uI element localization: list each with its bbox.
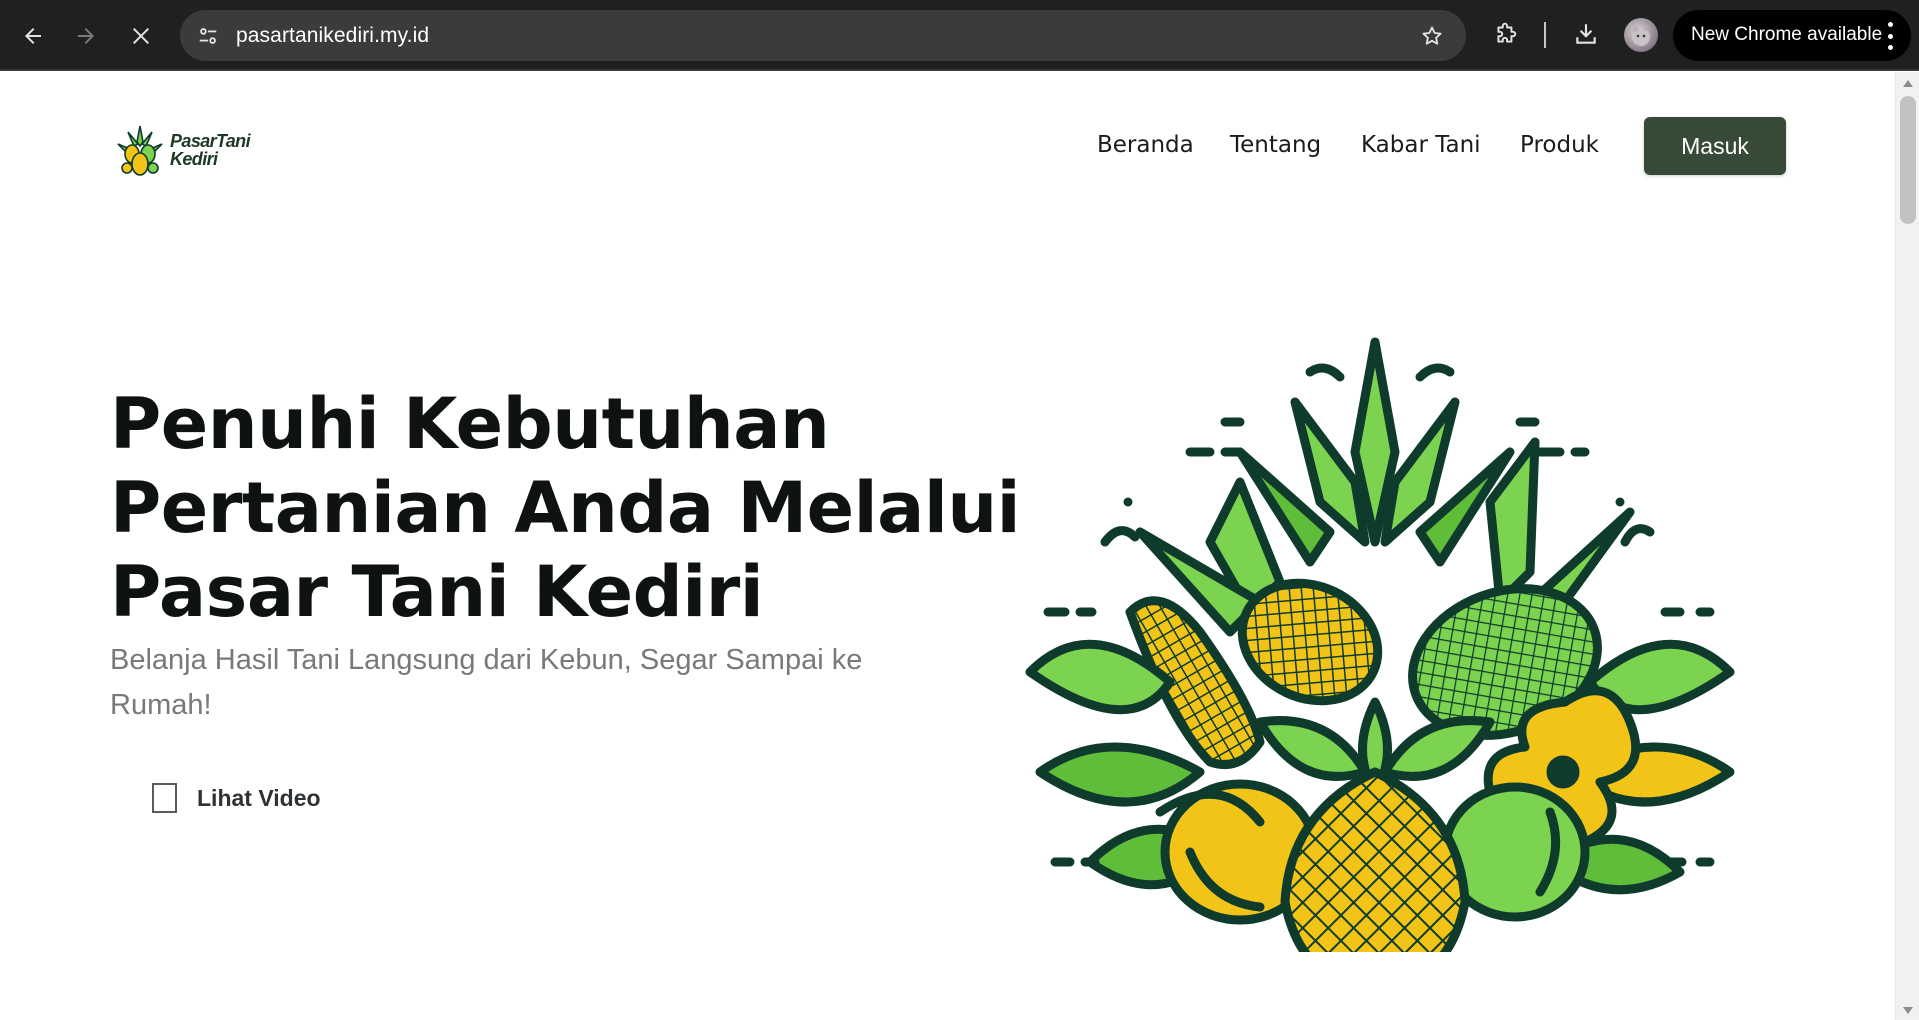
bookmark-star-icon[interactable] xyxy=(1418,22,1446,50)
more-vert-icon[interactable] xyxy=(1885,22,1895,50)
url-text[interactable]: pasartanikediri.my.id xyxy=(236,24,429,48)
video-play-icon[interactable] xyxy=(152,783,177,813)
page-scrollbar[interactable] xyxy=(1895,72,1919,1020)
nav-link-produk[interactable]: Produk xyxy=(1520,132,1599,158)
scroll-up-arrow-icon[interactable] xyxy=(1903,80,1913,87)
watch-video-label: Lihat Video xyxy=(197,784,321,811)
toolbar-divider xyxy=(1544,22,1546,48)
login-button[interactable]: Masuk xyxy=(1644,117,1786,175)
hero-illustration xyxy=(1025,337,1735,952)
back-button[interactable] xyxy=(11,14,55,58)
site-logo[interactable]: PasarTani Kediri xyxy=(112,122,254,178)
hero-title-line-2: Pertanian Anda Melalui xyxy=(110,467,1021,549)
stop-loading-button[interactable] xyxy=(119,14,163,58)
hero-title: Penuhi Kebutuhan Pertanian Anda Melalui … xyxy=(110,382,1021,634)
new-chrome-available-button[interactable]: New Chrome available xyxy=(1673,10,1911,61)
address-bar[interactable]: pasartanikediri.my.id xyxy=(180,10,1466,61)
forward-icon xyxy=(78,28,94,44)
download-icon[interactable] xyxy=(1568,16,1604,52)
nav-link-beranda[interactable]: Beranda xyxy=(1097,132,1194,158)
forward-button[interactable] xyxy=(64,14,108,58)
logo-line-2: Kediri xyxy=(170,149,218,169)
nav-link-kabar-tani[interactable]: Kabar Tani xyxy=(1361,132,1481,158)
logo-fruit-icon xyxy=(117,125,163,176)
hero-title-line-1: Penuhi Kebutuhan xyxy=(110,383,830,465)
back-icon xyxy=(25,28,41,44)
extensions-icon[interactable] xyxy=(1488,16,1524,52)
scroll-down-arrow-icon[interactable] xyxy=(1903,1007,1913,1014)
stop-loading-icon xyxy=(133,28,149,44)
watch-video-button[interactable]: Lihat Video xyxy=(152,782,321,814)
hero-title-line-3: Pasar Tani Kediri xyxy=(110,551,764,633)
nav-link-tentang[interactable]: Tentang xyxy=(1230,132,1321,158)
scrollbar-thumb[interactable] xyxy=(1900,96,1916,224)
logo-text: PasarTani Kediri xyxy=(170,131,251,169)
update-label: New Chrome available xyxy=(1691,24,1883,45)
hero-subtitle: Belanja Hasil Tani Langsung dari Kebun, … xyxy=(110,644,863,721)
logo-line-1: PasarTani xyxy=(170,131,251,151)
page-viewport: PasarTani Kediri Beranda Tentang Kabar T… xyxy=(0,72,1919,1020)
site-info-icon[interactable] xyxy=(194,22,222,50)
browser-toolbar: pasartanikediri.my.id New Chrome availab… xyxy=(0,0,1919,71)
profile-avatar[interactable] xyxy=(1624,18,1658,52)
